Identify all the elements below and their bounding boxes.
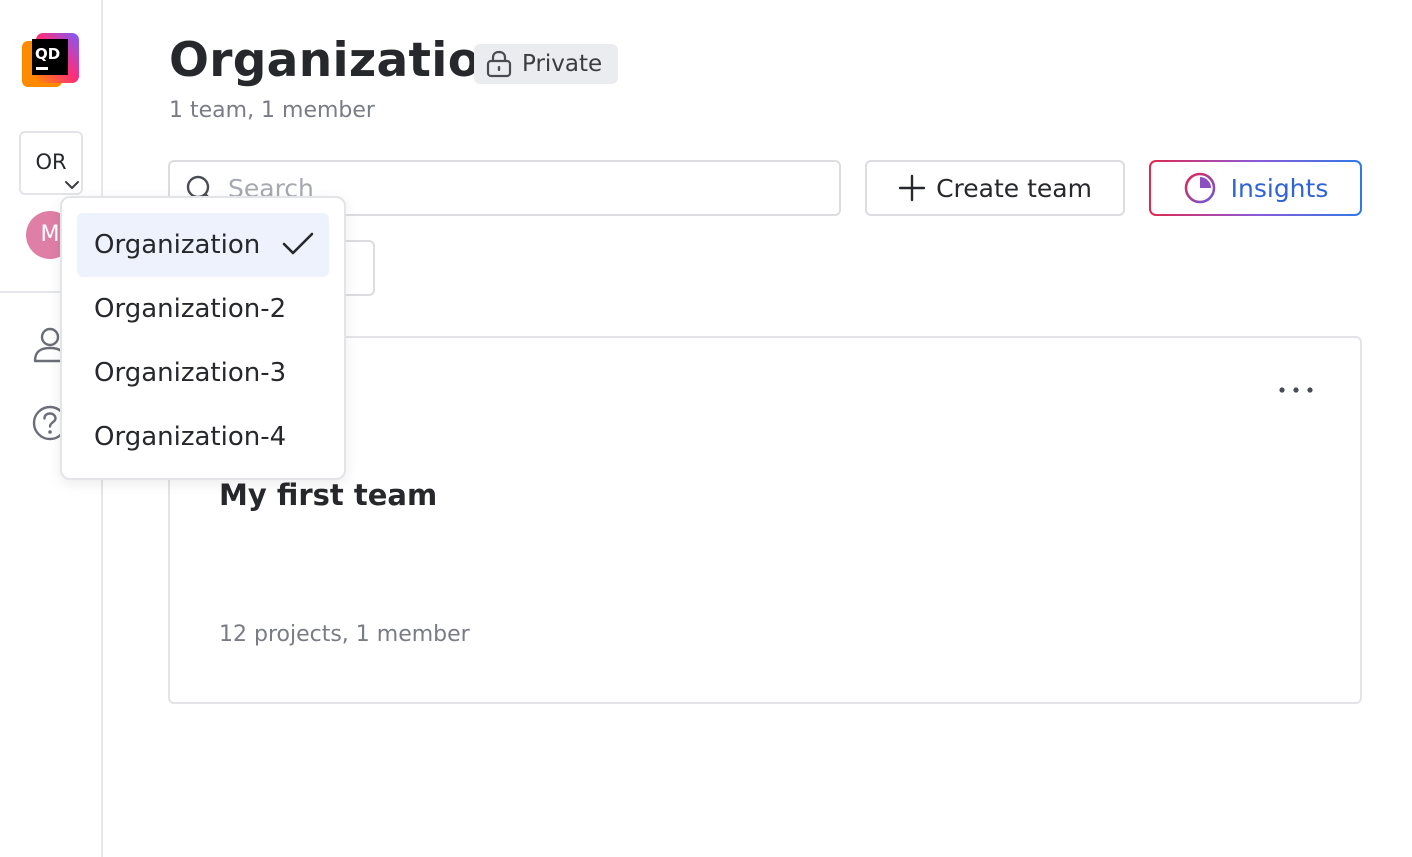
pie-chart-icon <box>1184 172 1215 204</box>
org-switcher[interactable]: OR <box>19 131 83 195</box>
badge-label: Private <box>522 51 603 77</box>
org-dropdown-menu: Organization Organization-2 Organization… <box>60 196 346 480</box>
insights-button[interactable]: Insights <box>1149 160 1362 216</box>
qodana-logo-icon[interactable]: QD <box>22 31 80 89</box>
more-options-icon[interactable] <box>1276 378 1316 402</box>
plus-icon <box>898 174 926 202</box>
lock-icon <box>486 50 512 78</box>
chevron-down-icon <box>65 181 79 189</box>
create-team-label: Create team <box>936 173 1092 203</box>
org-menu-item[interactable]: Organization-2 <box>77 277 329 341</box>
org-abbreviation: OR <box>35 150 67 174</box>
org-menu-item-label: Organization <box>94 230 261 260</box>
create-team-button[interactable]: Create team <box>865 160 1125 216</box>
org-menu-item[interactable]: Organization-4 <box>77 405 329 469</box>
page-title: Organization <box>169 33 515 88</box>
team-name[interactable]: My first team <box>219 478 437 512</box>
org-menu-item-label: Organization-2 <box>94 294 287 324</box>
svg-text:QD: QD <box>35 45 60 63</box>
check-icon <box>282 232 314 255</box>
visibility-badge: Private <box>474 44 619 84</box>
org-menu-item-label: Organization-4 <box>94 422 287 452</box>
insights-label: Insights <box>1230 173 1329 203</box>
org-menu-item[interactable]: Organization <box>77 213 329 277</box>
org-menu-item[interactable]: Organization-3 <box>77 341 329 405</box>
org-menu-item-label: Organization-3 <box>94 358 287 388</box>
org-summary: 1 team, 1 member <box>169 98 375 123</box>
team-meta: 12 projects, 1 member <box>219 622 470 647</box>
team-card[interactable]: My first team 12 projects, 1 member <box>168 336 1362 704</box>
